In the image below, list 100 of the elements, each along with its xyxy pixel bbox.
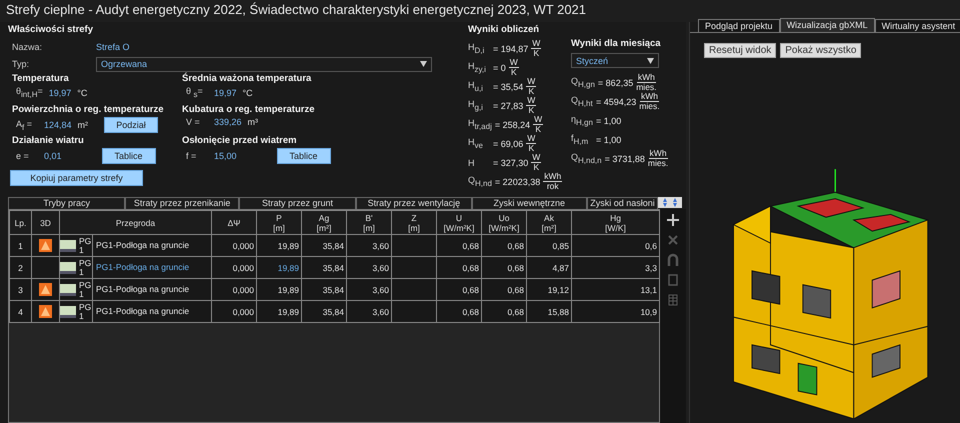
unit-fraction: W K (531, 153, 542, 172)
add-icon[interactable] (666, 213, 680, 227)
table-cell: 0,68 (436, 300, 482, 322)
table-cell (392, 256, 436, 278)
table-cell: 19,89 (256, 278, 302, 300)
caret-icon (420, 61, 427, 67)
parameter-title: Działanie wiatru (12, 135, 85, 146)
unit-fraction: W K (526, 134, 536, 153)
unit: m³ (248, 117, 258, 127)
table-cell: 0,000 (212, 278, 256, 300)
table-cell: 0,68 (482, 300, 526, 322)
symbol: V = (186, 117, 201, 127)
parameter-title: Osłonięcie przed wiatrem (182, 135, 298, 146)
symbol: Q$_{H,nd,n}$ (571, 152, 602, 165)
value: 15,00 (214, 151, 237, 161)
tables-button[interactable]: Podział (104, 117, 158, 133)
value: 19,97 (48, 88, 72, 98)
table-cell: 19,89 (256, 300, 302, 322)
field-label: Typ: (12, 59, 30, 69)
column-header: Ak [m²] (526, 210, 572, 234)
symbol: f$_{H,m}$ (571, 133, 590, 146)
table-cell: 35,84 (302, 256, 346, 278)
symbol: Q$_{H,ht}$ (571, 95, 593, 108)
table-cell: 19,89 (256, 234, 302, 256)
table-cell: 0,85 (526, 234, 572, 256)
value: 124,84 (44, 120, 72, 130)
group-tab[interactable]: Tryby pracy (8, 197, 126, 209)
table-cell: 15,88 (526, 300, 572, 322)
unit-fraction: W K (533, 115, 544, 134)
view-button[interactable]: Pokaż wszystko (780, 43, 862, 58)
view-button[interactable]: Resetuj widok (704, 43, 776, 58)
partition-code: PG 1 (79, 280, 89, 298)
unit-fraction: W K (531, 39, 542, 58)
partition-code: PG 1 (79, 236, 89, 254)
value: = 327,30 (493, 158, 528, 168)
unit: °C (242, 88, 253, 98)
parameter-title: Kubatura o reg. temperaturze (182, 104, 316, 115)
symbol: H$_{ve}$ (468, 137, 484, 150)
unit-fraction: kWh mies. (648, 149, 668, 168)
group-tab[interactable]: Straty przez przenikanie (125, 197, 239, 209)
value: = 0 (493, 62, 506, 72)
partition-name: PG1-Podłoga na gruncie (92, 302, 190, 322)
symbol: H$_{g,i}$ (468, 99, 484, 112)
unit: m² (78, 120, 88, 130)
zone-name: Strefa O (96, 42, 130, 52)
section-heading: Właściwości strefy (8, 24, 94, 35)
caret-icon (647, 58, 654, 64)
table-cell: 4,87 (526, 256, 572, 278)
panel-tab[interactable]: Wirtualny asystent (874, 19, 960, 32)
unit-fraction: kWh mies. (636, 73, 657, 92)
table-cell: 0,000 (212, 256, 256, 278)
column-header: Lp. (10, 210, 32, 234)
symbol: H$_{tr,adj}$ (468, 118, 492, 131)
field-label: Nazwa: (12, 42, 44, 52)
group-tab[interactable]: Straty przez wentylację (356, 197, 472, 209)
symbol: H$_{D,i}$ (468, 42, 486, 55)
table-cell: 0,6 (572, 234, 660, 256)
table-cell: 35,84 (302, 300, 346, 322)
group-tab[interactable]: Zyski wewnętrzne (472, 197, 587, 209)
tables-button[interactable]: Tablice (102, 148, 156, 164)
symbol: Q$_{H,gn}$ (571, 76, 595, 89)
unit-fraction: kWh mies. (639, 92, 660, 111)
unit: °C (77, 88, 88, 98)
partition-name: PG1-Podłoga na gruncie (92, 280, 190, 300)
value: 339,26 (214, 117, 242, 127)
panel-tab[interactable]: Wizualizacja gbXML (780, 18, 875, 32)
table-cell: 3,60 (346, 234, 392, 256)
partition-code: PG 1 (79, 302, 89, 320)
floor-layer-icon (60, 306, 76, 318)
table-cell: 3,60 (346, 300, 392, 322)
copy-button[interactable]: Kopiuj parametry strefy (10, 170, 143, 186)
group-tab[interactable]: Straty przez grunt (238, 197, 356, 209)
symbol: Q$_{H,nd}$ (468, 175, 492, 188)
floor-layer-icon (60, 240, 76, 252)
section-heading: Wyniki obliczeń (468, 24, 540, 35)
column-header: 3D (32, 210, 60, 234)
column-header: P [m] (256, 210, 302, 234)
month-dropdown[interactable]: Styczeń (571, 53, 659, 68)
column-header: Przegroda (60, 210, 212, 234)
table-cell: 2 (10, 256, 32, 278)
scroll-arrows-icon[interactable] (658, 197, 682, 208)
type-dropdown[interactable]: Ogrzewana (96, 56, 432, 72)
parameter-title: Powierzchnia o reg. temperaturze (12, 104, 165, 115)
value: = 4594,23 (596, 96, 636, 106)
table-cell: 0,68 (436, 256, 482, 278)
symbol: H$_{u,i}$ (468, 80, 484, 93)
tables-button[interactable]: Tablice (276, 148, 331, 164)
value: = 35,54 (493, 82, 524, 92)
table-cell: 13,1 (572, 278, 660, 300)
group-tab[interactable]: Zyski od nasłoni (586, 197, 658, 209)
table-cell (392, 234, 436, 256)
panel-tab[interactable]: Podgląd projektu (698, 19, 780, 32)
table-cell: 3,60 (346, 278, 392, 300)
partition-name: PG1-Podłoga na gruncie (92, 258, 190, 278)
table-cell: 0,68 (482, 278, 526, 300)
symbol: A$_{f}$ = (16, 118, 34, 132)
partition-name: PG1-Podłoga na gruncie (92, 236, 190, 256)
value: = 1,00 (596, 134, 622, 144)
table-cell (392, 300, 436, 322)
symbol: H (468, 158, 476, 168)
